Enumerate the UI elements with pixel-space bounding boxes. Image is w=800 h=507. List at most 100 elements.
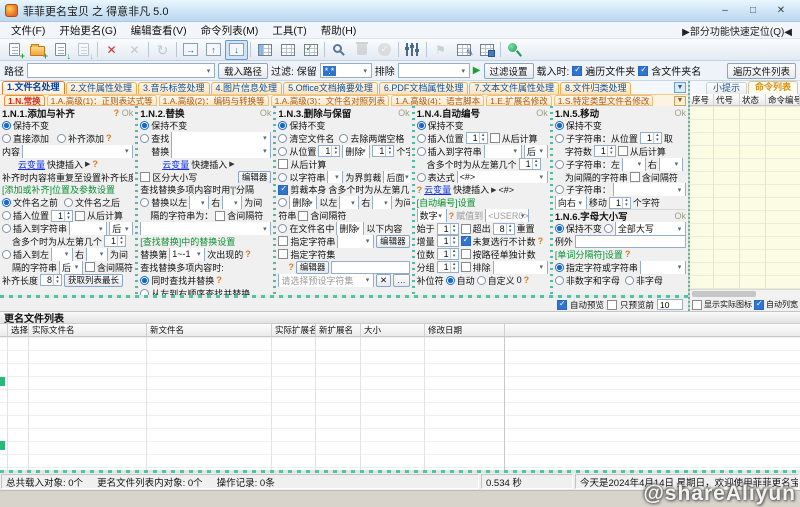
p1-cloudvar-link[interactable]: 云变量 [18,158,45,171]
tab-command-list[interactable]: 命令列表 [748,81,798,94]
p6-non1-radio[interactable] [555,276,564,285]
p2-replace-combo[interactable] [171,145,271,158]
arrow-right-icon[interactable]: ▶ [491,186,496,194]
subtab-overflow-button[interactable]: ▼ [674,96,686,106]
p3-specstr-combo[interactable] [337,235,374,248]
spinner-arrows[interactable] [450,236,458,246]
p4-keep-radio[interactable] [417,121,426,130]
col-new-filename[interactable]: 新文件名 [147,324,272,336]
p3-count-spinner[interactable]: 1 [372,145,394,157]
p3-clear-radio[interactable] [278,134,287,143]
p2-left-combo[interactable] [189,196,209,209]
col-state[interactable]: 状态 [740,94,766,105]
traverse-file-list-button[interactable]: 遍历文件列表 [727,63,796,79]
minimize-button[interactable]: – [711,3,739,19]
p2-replr-radio[interactable] [140,198,149,207]
p4-custom-radio[interactable] [477,276,486,285]
col-index[interactable]: 序号 [690,94,714,105]
p5-sub2-radio[interactable] [555,160,564,169]
load-list-icon[interactable]: ↓ [49,40,72,60]
p3-cutself-checkbox[interactable] [278,185,288,195]
p1-inspos-spinner[interactable]: 1 [51,210,73,222]
col-code[interactable]: 代号 [714,94,740,105]
p3-charset-field[interactable] [331,261,409,274]
p1-fromend-checkbox[interactable] [75,211,85,221]
file-list-body[interactable] [0,337,800,470]
p4-overflow-spinner[interactable]: 8 [493,223,515,235]
help-icon[interactable]: ? [114,108,120,118]
delete-box-icon[interactable]: ✕ [123,40,146,60]
tab-file-classify[interactable]: 8.文件归类处理 [560,82,632,94]
tab-text-attributes[interactable]: 7.文本文件属性处理 [469,82,559,94]
spinner-arrows[interactable] [653,133,661,143]
p3-left-combo[interactable] [339,196,359,209]
spinner-arrows[interactable] [450,224,458,234]
p3-pos-spinner[interactable]: 1 [318,145,340,157]
maximize-button[interactable]: □ [739,3,767,19]
subtab-regex[interactable]: 1.A.高级(1)：正则表达式等 [47,95,157,106]
spinner-arrows[interactable] [117,236,125,246]
p3-specset-checkbox[interactable] [278,249,288,259]
p6-spec-combo[interactable] [640,261,686,274]
p2-cloudvar-link[interactable]: 云变量 [162,158,189,171]
p3-inclsep-checkbox[interactable] [298,211,308,221]
preview-first-checkbox[interactable] [607,300,617,310]
p1-insstr-radio[interactable] [2,224,11,233]
p1-content-combo[interactable] [22,145,133,158]
help-icon[interactable]: ? [288,262,294,272]
arrow-right-icon[interactable]: ▶ [85,160,90,168]
confirm-icon[interactable]: ✓ [373,40,396,60]
p3-more-button[interactable]: … [393,274,410,287]
p4-side-combo[interactable]: 后 [524,145,548,158]
p6-case-combo[interactable]: 全部大写 [615,222,686,235]
p5-direction-combo[interactable]: 向右 [555,196,587,209]
traverse-folders-checkbox[interactable] [572,66,582,76]
keep-filter-combo[interactable]: *.* [320,63,372,78]
add-folder-icon[interactable]: + [26,40,49,60]
copy-list-icon[interactable]: ↓ [72,40,95,60]
apply-grid-icon[interactable] [299,40,322,60]
help-icon[interactable]: ? [92,159,98,169]
p3-del-combo[interactable]: 删除 [289,196,317,209]
adjust-sliders-icon[interactable] [401,40,424,60]
subtab-mapping-list[interactable]: 1.A.高级(3)：文件名对照列表 [271,95,390,106]
p3-inname-action-combo[interactable]: 删除 [336,222,364,235]
p2-inclsep-checkbox[interactable] [215,211,225,221]
col-size[interactable]: 大小 [361,324,425,336]
table-edit-icon[interactable] [452,40,475,60]
show-real-icons-checkbox[interactable] [692,300,702,310]
p5-count-spinner[interactable]: 1 [594,145,616,157]
spinner-arrows[interactable] [479,133,487,143]
p1-direct-radio[interactable] [2,134,11,143]
p3-specstr-checkbox[interactable] [278,236,288,246]
subtab-script[interactable]: 1.A.高级(4)：语言脚本 [391,95,484,106]
p1-pad-radio[interactable] [57,134,66,143]
p2-find-radio[interactable] [140,134,149,143]
tab-music-tags[interactable]: 3.音乐标签处理 [138,82,210,94]
p4-group-spinner[interactable]: 1 [437,261,459,273]
help-icon[interactable]: ? [449,211,455,221]
delete-icon[interactable]: ✕ [100,40,123,60]
col-actual-filename[interactable]: 实际文件名 [29,324,147,336]
col-modified-date[interactable]: 修改日期 [425,324,505,336]
p1-get-longest-button[interactable]: 获取列表最长 [64,274,123,287]
spinner-arrows[interactable] [532,159,540,169]
path-combo[interactable] [27,63,215,78]
p1-padlen-spinner[interactable]: 8 [40,274,62,286]
p3-fromend-checkbox[interactable] [278,159,288,169]
p4-inc-spinner[interactable]: 1 [437,235,459,247]
spinner-arrows[interactable] [385,146,393,156]
p4-nocount-checkbox[interactable] [461,236,471,246]
flag-icon[interactable]: ⚑ [429,40,452,60]
p1-insstr-side-combo[interactable]: 后 [109,222,133,235]
p1-inslr-radio[interactable] [2,250,11,259]
menu-start-rename[interactable]: 开始更名(G) [52,22,123,39]
p5-inclsep-checkbox[interactable] [630,172,640,182]
p3-side-combo[interactable]: 后面 [383,171,409,184]
tab-tips[interactable]: 小提示 [706,82,747,94]
tab-office-summary[interactable]: 5.Office文档摘要处理 [283,82,378,94]
table-save-icon[interactable] [475,40,498,60]
spinner-arrows[interactable] [506,224,514,234]
spinner-arrows[interactable] [450,249,458,259]
p6-except-input[interactable] [575,235,686,248]
